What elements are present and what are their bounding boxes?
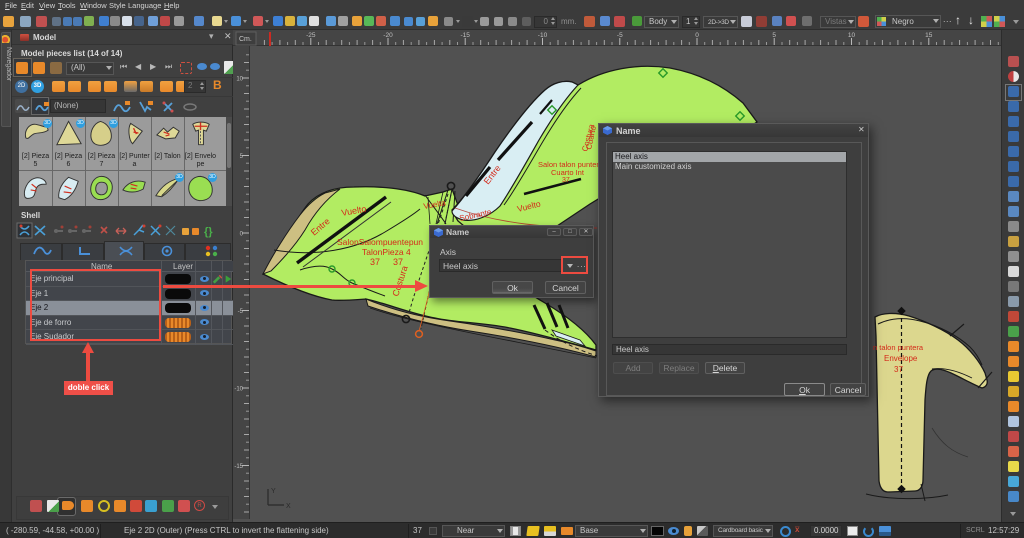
svg-text:TalonPieza 4: TalonPieza 4 bbox=[362, 247, 411, 257]
svg-text:-5: -5 bbox=[238, 309, 244, 315]
svg-text:n talon puntera: n talon puntera bbox=[873, 343, 924, 352]
svg-text:37: 37 bbox=[562, 177, 570, 184]
svg-text:-15: -15 bbox=[234, 464, 243, 470]
svg-text:{}: {} bbox=[204, 226, 213, 238]
svg-text:Envelope: Envelope bbox=[884, 354, 918, 363]
svg-text:-10: -10 bbox=[538, 32, 548, 39]
svg-text:5: 5 bbox=[772, 32, 776, 39]
svg-text:37: 37 bbox=[370, 257, 380, 267]
svg-text:X: X bbox=[286, 503, 291, 510]
svg-text:-15: -15 bbox=[460, 32, 470, 39]
svg-text:Y: Y bbox=[271, 488, 276, 495]
svg-text:10: 10 bbox=[848, 32, 856, 39]
svg-text:Cm.: Cm. bbox=[239, 36, 252, 43]
svg-text:-20: -20 bbox=[383, 32, 393, 39]
svg-text:0: 0 bbox=[695, 32, 699, 39]
svg-text:SalonSalompuentepun: SalonSalompuentepun bbox=[337, 237, 423, 247]
svg-text:Cuarto Int: Cuarto Int bbox=[551, 168, 585, 177]
svg-text:15: 15 bbox=[925, 32, 933, 39]
svg-text:10: 10 bbox=[236, 77, 243, 83]
svg-text:37: 37 bbox=[894, 365, 903, 374]
svg-text:-10: -10 bbox=[234, 387, 243, 393]
svg-text:-25: -25 bbox=[306, 32, 316, 39]
svg-text:-5: -5 bbox=[617, 32, 623, 39]
